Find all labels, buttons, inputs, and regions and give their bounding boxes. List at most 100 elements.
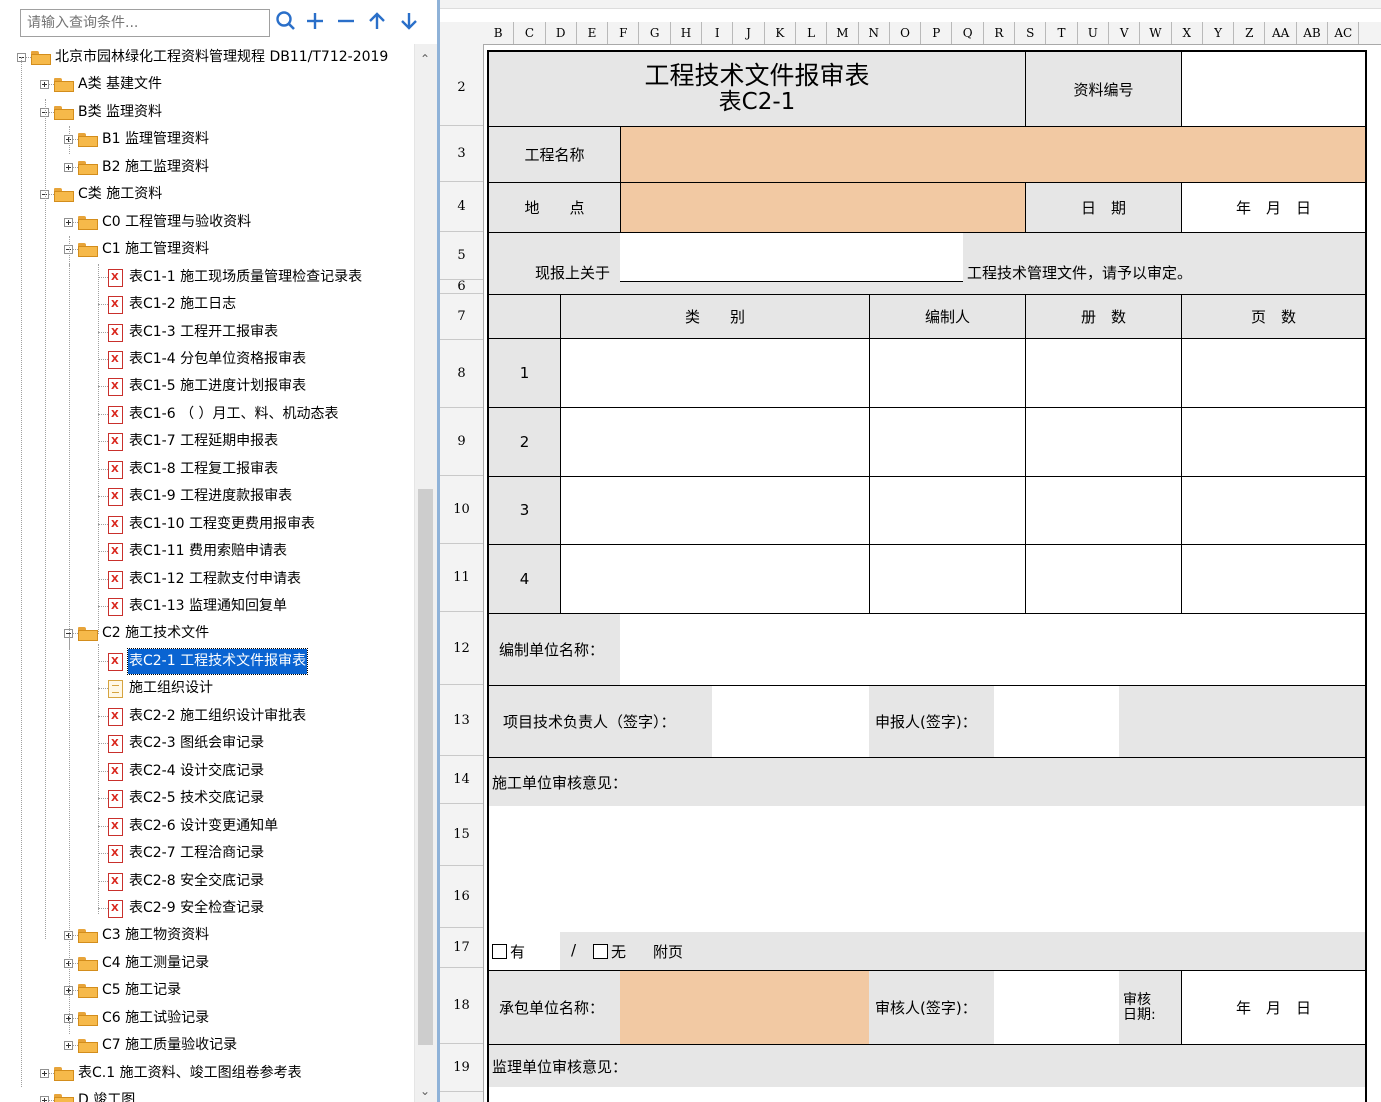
row-header[interactable]: 3	[440, 126, 483, 182]
review-date-field[interactable]: 年 月 日	[1181, 970, 1365, 1045]
tree-item-folder[interactable]: B2 施工监理资料	[0, 154, 414, 181]
tree-item-form[interactable]: 表C2-8 安全交底记录	[0, 868, 414, 895]
tree-item-folder[interactable]: C7 施工质量验收记录	[0, 1032, 414, 1059]
tree-item-form[interactable]: 表C2-6 设计变更通知单	[0, 813, 414, 840]
expand-icon[interactable]	[64, 217, 73, 227]
item-category-field[interactable]	[560, 545, 869, 614]
tree-item-folder[interactable]: C2 施工技术文件	[0, 620, 414, 647]
tree-item-folder[interactable]: C类 施工资料	[0, 181, 414, 208]
row-header[interactable]: 8	[440, 340, 483, 408]
row-header[interactable]: 7	[440, 294, 483, 340]
item-volumes-field[interactable]	[1025, 407, 1181, 477]
item-pages-field[interactable]	[1181, 545, 1365, 614]
scroll-down-icon[interactable]: ⌄	[420, 1084, 430, 1098]
tree-item-folder[interactable]: 表C.1 施工资料、竣工图组卷参考表	[0, 1060, 414, 1087]
column-header[interactable]: Y	[1203, 22, 1235, 44]
no-attachment-checkbox[interactable]: 无	[593, 941, 626, 962]
item-pages-field[interactable]	[1181, 339, 1365, 408]
row-header[interactable]: 14	[440, 756, 483, 804]
expand-icon[interactable]	[40, 1068, 49, 1078]
tree-item-folder[interactable]: B类 监理资料	[0, 99, 414, 126]
column-header[interactable]: U	[1078, 22, 1109, 44]
column-header[interactable]: G	[640, 22, 671, 44]
tree-item-form[interactable]: 表C1-1 施工现场质量管理检查记录表	[0, 264, 414, 291]
item-volumes-field[interactable]	[1025, 545, 1181, 614]
column-header[interactable]: V	[1109, 22, 1141, 44]
item-category-field[interactable]	[560, 339, 869, 408]
row-header[interactable]: 10	[440, 476, 483, 544]
row-header[interactable]: 2	[440, 50, 483, 126]
tree-item-form[interactable]: 表C1-9 工程进度款报审表	[0, 483, 414, 510]
remove-icon[interactable]	[334, 10, 358, 36]
tree-item-form[interactable]: 表C1-10 工程变更费用报审表	[0, 511, 414, 538]
column-header[interactable]: X	[1172, 22, 1203, 44]
row-header[interactable]: 13	[440, 685, 483, 756]
column-header[interactable]: Q	[953, 22, 984, 44]
item-volumes-field[interactable]	[1025, 476, 1181, 546]
column-header[interactable]: C	[514, 22, 546, 44]
tree-item-folder[interactable]: C3 施工物资资料	[0, 922, 414, 949]
item-author-field[interactable]	[869, 476, 1025, 546]
expand-icon[interactable]	[40, 80, 49, 90]
tree-item-form[interactable]: 表C1-7 工程延期申报表	[0, 428, 414, 455]
reviewer-field[interactable]	[994, 970, 1119, 1045]
report-subject-field[interactable]	[620, 233, 963, 282]
tree-item-form[interactable]: 表C2-5 技术交底记录	[0, 785, 414, 812]
move-up-icon[interactable]	[365, 10, 389, 36]
tree-item-form[interactable]: 表C1-8 工程复工报审表	[0, 456, 414, 483]
tree-item-folder[interactable]: C0 工程管理与验收资料	[0, 209, 414, 236]
expand-icon[interactable]	[40, 1096, 49, 1102]
column-header[interactable]: H	[671, 22, 703, 44]
column-header[interactable]: F	[608, 22, 640, 44]
item-category-field[interactable]	[560, 476, 869, 546]
column-header[interactable]: R	[984, 22, 1016, 44]
row-header[interactable]: 4	[440, 182, 483, 232]
compile-unit-field[interactable]	[620, 614, 1365, 686]
tree-item-folder[interactable]: C4 施工测量记录	[0, 950, 414, 977]
supervisor-opinion-field[interactable]	[489, 1087, 1365, 1102]
expand-icon[interactable]	[64, 1041, 73, 1051]
tree-item-form[interactable]: 表C1-2 施工日志	[0, 291, 414, 318]
tree-item-form[interactable]: 表C1-5 施工进度计划报审表	[0, 373, 414, 400]
column-header[interactable]: D	[546, 22, 577, 44]
column-header[interactable]: N	[859, 22, 890, 44]
scroll-up-icon[interactable]: ⌃	[420, 52, 430, 66]
column-header[interactable]: L	[796, 22, 828, 44]
tree-scrollbar[interactable]: ⌃ ⌄	[414, 44, 437, 1102]
column-header[interactable]: M	[827, 22, 859, 44]
item-author-field[interactable]	[869, 407, 1025, 477]
column-header[interactable]: P	[921, 22, 953, 44]
date-field[interactable]: 年 月 日	[1181, 183, 1365, 233]
column-header[interactable]: T	[1046, 22, 1078, 44]
row-header[interactable]: 11	[440, 544, 483, 612]
location-field[interactable]	[620, 183, 1025, 233]
move-down-icon[interactable]	[397, 10, 421, 36]
row-header[interactable]: 19	[440, 1044, 483, 1092]
item-author-field[interactable]	[869, 339, 1025, 408]
item-pages-field[interactable]	[1181, 476, 1365, 546]
has-attachment-checkbox[interactable]: 有	[492, 941, 525, 962]
reporter-field[interactable]	[994, 686, 1119, 758]
tree-item-form[interactable]: 表C2-9 安全检查记录	[0, 895, 414, 922]
expand-icon[interactable]	[64, 162, 73, 172]
row-header[interactable]: 5	[440, 232, 483, 280]
column-header[interactable]: AB	[1297, 22, 1329, 44]
column-header[interactable]: W	[1140, 22, 1172, 44]
column-header[interactable]: K	[765, 22, 796, 44]
tree-item-folder[interactable]: D 竣工图	[0, 1087, 414, 1102]
tree-item-form[interactable]: 表C1-4 分包单位资格报审表	[0, 346, 414, 373]
add-icon[interactable]	[303, 10, 327, 36]
project-name-field[interactable]	[620, 127, 1365, 183]
column-header[interactable]: B	[483, 22, 515, 44]
item-pages-field[interactable]	[1181, 407, 1365, 477]
tree-item-folder[interactable]: 北京市园林绿化工程资料管理规程 DB11/T712-2019	[0, 44, 414, 71]
tree-item-form[interactable]: 表C1-3 工程开工报审表	[0, 319, 414, 346]
column-header[interactable]: S	[1015, 22, 1047, 44]
column-header[interactable]: Z	[1234, 22, 1266, 44]
column-header[interactable]: O	[890, 22, 922, 44]
tree-item-form[interactable]: 表C2-4 设计交底记录	[0, 758, 414, 785]
tech-lead-field[interactable]	[712, 686, 869, 758]
row-header[interactable]: 17	[440, 928, 483, 968]
column-header[interactable]: J	[733, 22, 765, 44]
tree-item-form[interactable]: 表C1-13 监理通知回复单	[0, 593, 414, 620]
